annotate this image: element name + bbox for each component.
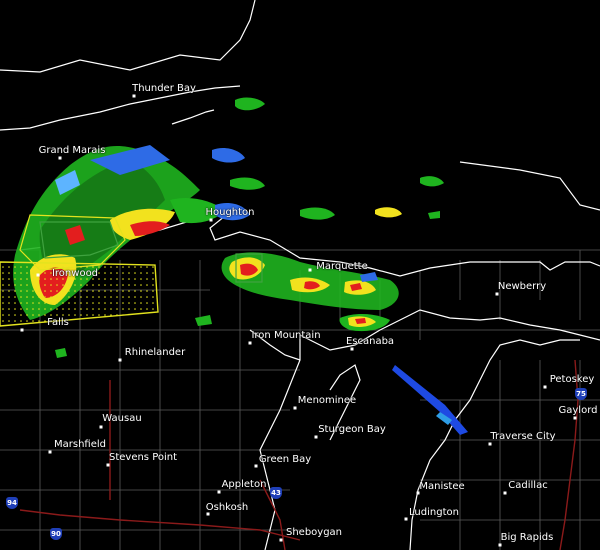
city-dot-cadillac (503, 491, 507, 495)
city-dot-sheboygan (279, 538, 283, 542)
city-label-thunder-bay: Thunder Bay (132, 83, 196, 94)
interstate-75-shield: 75 (575, 388, 587, 400)
city-label-falls: Falls (47, 317, 69, 328)
city-dot-menominee (293, 406, 297, 410)
city-label-grand-marais: Grand Marais (38, 145, 106, 156)
city-dot-ludington (404, 517, 408, 521)
interstate-94-shield: 94 (6, 497, 18, 509)
city-dot-escanaba (350, 347, 354, 351)
city-label-manistee: Manistee (419, 481, 465, 492)
city-dot-traverse-city (488, 442, 492, 446)
city-dot-appleton (217, 490, 221, 494)
city-label-houghton: Houghton (205, 207, 255, 218)
city-label-ludington: Ludington (409, 507, 459, 518)
city-label-iron-mountain: Iron Mountain (251, 330, 321, 341)
city-label-green-bay: Green Bay (258, 454, 312, 465)
city-dot-houghton (209, 218, 213, 222)
ontario-shore (459, 161, 600, 211)
minnesota-north-shore (0, 85, 241, 131)
city-label-petoskey: Petoskey (549, 374, 595, 385)
city-label-cadillac: Cadillac (508, 480, 548, 491)
interstate-90-shield: 90 (50, 528, 62, 540)
city-dot-grand-marais (58, 156, 62, 160)
city-dot-gaylord (573, 416, 577, 420)
city-label-escanaba: Escanaba (345, 336, 395, 347)
city-dot-marshfield (48, 450, 52, 454)
city-label-marshfield: Marshfield (54, 439, 106, 450)
city-dot-stevens-point (106, 463, 110, 467)
city-dot-iron-mountain (248, 341, 252, 345)
city-label-traverse-city: Traverse City (490, 431, 556, 442)
city-dot-ironwood (36, 273, 40, 277)
city-label-menominee: Menominee (297, 395, 357, 406)
city-label-stevens-point: Stevens Point (108, 452, 178, 463)
city-dot-big-rapids (498, 543, 502, 547)
city-label-sturgeon-bay: Sturgeon Bay (318, 424, 386, 435)
city-dot-marquette (308, 268, 312, 272)
city-dot-rhinelander (118, 358, 122, 362)
city-label-sheboygan: Sheboygan (285, 527, 343, 538)
city-dot-wausau (99, 425, 103, 429)
isle-royale (171, 109, 215, 125)
city-label-gaylord: Gaylord (558, 405, 598, 416)
city-label-ironwood: Ironwood (51, 268, 99, 279)
city-dot-green-bay (254, 464, 258, 468)
city-dot-falls (20, 328, 24, 332)
city-dot-sturgeon-bay (314, 435, 318, 439)
wisconsin-shore (259, 335, 301, 550)
city-label-newberry: Newberry (497, 281, 547, 292)
city-label-appleton: Appleton (221, 479, 267, 490)
city-label-rhinelander: Rhinelander (124, 347, 186, 358)
city-label-marquette: Marquette (316, 261, 368, 272)
city-dot-newberry (495, 292, 499, 296)
city-label-wausau: Wausau (102, 413, 142, 424)
michigan-west-shore (409, 339, 580, 550)
border-north (0, 0, 256, 73)
city-label-big-rapids: Big Rapids (500, 532, 554, 543)
city-dot-petoskey (543, 385, 547, 389)
city-label-oshkosh: Oshkosh (205, 502, 249, 513)
city-dot-thunder-bay (132, 94, 136, 98)
interstate-43-shield: 43 (270, 487, 282, 499)
